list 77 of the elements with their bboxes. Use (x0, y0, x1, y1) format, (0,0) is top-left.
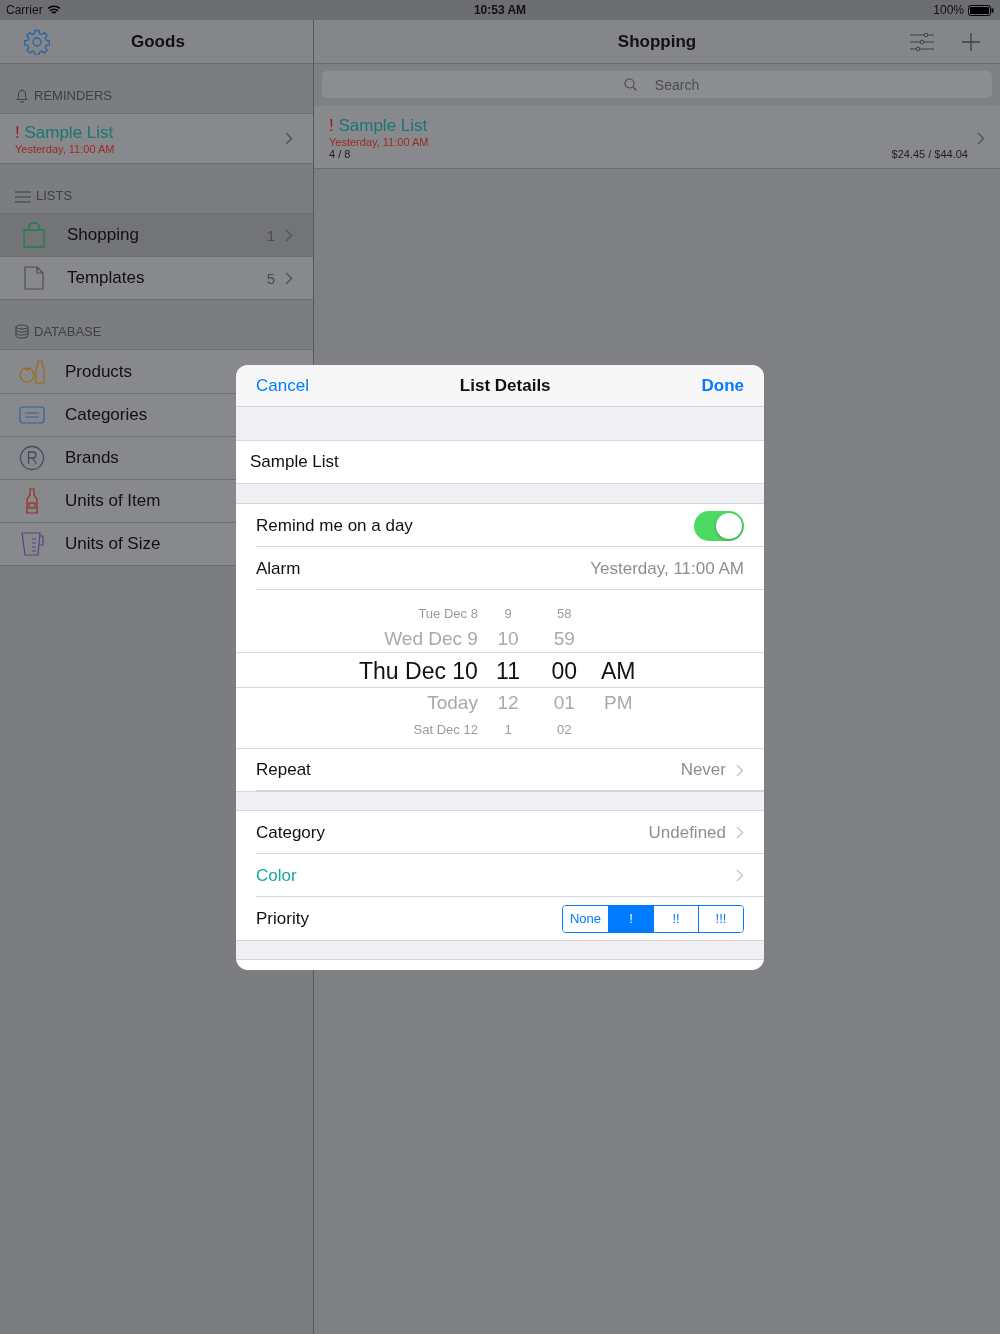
tomato-bottle-icon (18, 358, 46, 385)
picker-value: Wed Dec 9 (384, 628, 478, 650)
list-amount: $24.45 / $44.04 (891, 148, 968, 160)
database-item-label: Units of Size (65, 534, 161, 554)
picker-value: 58 (557, 605, 572, 621)
chevron-icon (285, 132, 293, 145)
alarm-value: Yesterday, 11:00 AM (590, 558, 744, 579)
picker-value: 9 (504, 605, 512, 621)
registered-icon (18, 445, 46, 471)
picker-value: 59 (553, 628, 575, 650)
database-item-label: Units of Item (65, 491, 161, 511)
sliders-icon[interactable] (910, 32, 934, 52)
database-item-label: Products (65, 361, 133, 382)
cancel-button[interactable]: Cancel (256, 375, 309, 396)
picker-value: AM (600, 657, 636, 685)
picker-value: Thu Dec 10 (359, 657, 478, 685)
picker-value: 1 (504, 721, 512, 737)
done-button[interactable]: Done (701, 375, 744, 396)
bag-icon (20, 222, 48, 248)
search-field[interactable]: Search (322, 71, 992, 98)
picker-value: 01 (553, 692, 575, 714)
dialog-title: List Details (459, 375, 551, 396)
list-due: Yesterday, 11:00 AM (329, 136, 430, 148)
reminder-title: ! Sample List (15, 122, 115, 143)
list-item[interactable]: Templates 5 (0, 257, 313, 300)
database-icon (15, 324, 29, 339)
settings-icon[interactable] (24, 29, 50, 55)
chevron-icon (736, 869, 744, 882)
chevron-icon (285, 228, 293, 242)
picker-value: 02 (557, 721, 572, 737)
checked-items-count: 4 / 8 (329, 148, 351, 160)
list-name: Shopping (67, 225, 140, 245)
category-label: Category (256, 822, 325, 843)
picker-value: PM (603, 692, 633, 714)
picker-value: Tue Dec 8 (418, 605, 478, 621)
priority-segment[interactable]: !!! (698, 905, 743, 932)
list-icon (15, 191, 31, 203)
database-item-label: Categories (65, 405, 148, 425)
section-header: REMINDERS (34, 88, 112, 103)
section-header: DATABASE (34, 324, 102, 339)
date-time-picker[interactable]: Tue Dec 8 Wed Dec 9 Thu Dec 10 Today Sat Dec 12 9 10 11 12 1 58 59 00 01 02 AM PM (236, 590, 764, 748)
priority-label: Priority (256, 908, 309, 929)
database-item-label: Brands (65, 448, 119, 468)
remind-toggle[interactable] (694, 510, 744, 541)
repeat-value: Never (680, 760, 726, 780)
category-value: Undefined (648, 822, 726, 843)
reminder-due: Yesterday, 11:00 AM (15, 142, 116, 155)
status-time: 10:53 AM (472, 3, 528, 17)
wifi-icon (46, 5, 61, 15)
category-icon (18, 406, 46, 424)
sidebar-title: Goods (131, 31, 185, 52)
picker-value: 11 (496, 657, 520, 685)
shopping-list-row[interactable]: ! Sample List Yesterday, 11:00 AM 4 / 8 $24.45 / $44.04 (314, 106, 1000, 169)
picker-value: 12 (497, 692, 519, 714)
chevron-icon (977, 132, 985, 145)
section-header: LISTS (36, 188, 73, 203)
chevron-icon (736, 826, 744, 839)
color-label: Color (256, 865, 297, 886)
priority-segment[interactable]: ! (608, 905, 653, 932)
chevron-icon (736, 763, 744, 777)
detail-title: Shopping (617, 31, 697, 52)
add-icon[interactable] (961, 32, 981, 52)
search-icon (624, 78, 637, 91)
list-name: Templates (67, 268, 146, 288)
carrier-label: Carrier (6, 3, 43, 17)
picker-value: Sat Dec 12 (413, 721, 478, 737)
chevron-icon (285, 271, 293, 285)
measuring-cup-icon (18, 531, 46, 557)
battery-percent: 100% (933, 3, 964, 17)
picker-value: Today (427, 692, 478, 714)
bell-icon (15, 88, 29, 103)
picker-value: 10 (497, 628, 519, 650)
repeat-label: Repeat (256, 760, 311, 780)
list-title: ! Sample List (329, 116, 429, 136)
picker-value: 00 (551, 657, 578, 685)
item-count: 5 (266, 269, 275, 287)
battery-icon (968, 4, 994, 16)
